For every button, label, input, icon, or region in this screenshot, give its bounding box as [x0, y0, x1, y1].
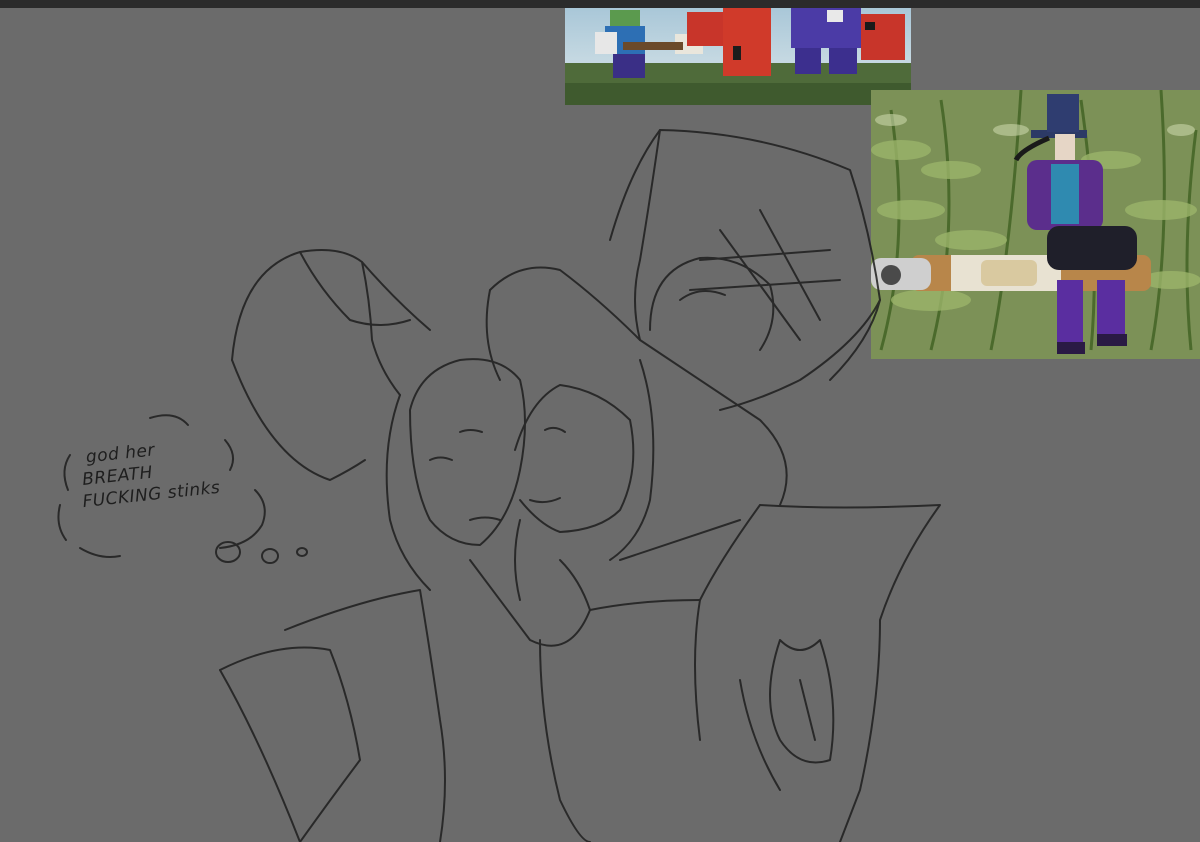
app-title-bar [0, 0, 1200, 8]
reference-image-top-art [565, 8, 911, 105]
reference-image-right[interactable] [871, 90, 1200, 359]
reference-image-right-art [871, 90, 1200, 359]
reference-image-top[interactable] [565, 8, 911, 105]
